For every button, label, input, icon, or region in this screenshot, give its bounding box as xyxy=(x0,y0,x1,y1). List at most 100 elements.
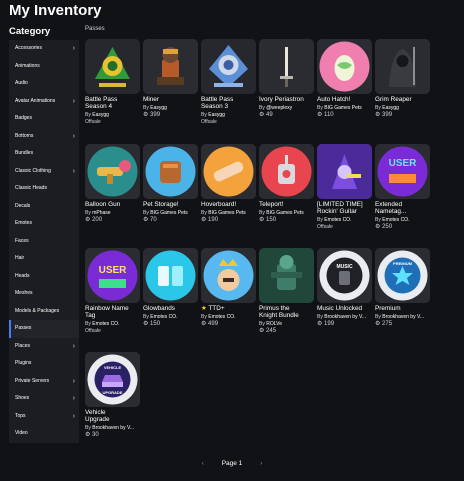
auto-hatch-icon[interactable] xyxy=(317,39,372,94)
previous-page-button[interactable]: ‹ xyxy=(202,460,204,467)
sidebar-item-classic-heads[interactable]: Classic Heads xyxy=(9,180,79,198)
sidebar-item-models-packages[interactable]: Models & Packages xyxy=(9,303,79,321)
sidebar-item-accessories[interactable]: Accessories › xyxy=(9,40,79,58)
item-name[interactable]: Vehicle Upgrade xyxy=(85,409,140,423)
item-name[interactable]: Music Unlocked xyxy=(317,305,372,312)
item-card[interactable]: Primus the Knight Bundle By ROLVe ⚙ 245 xyxy=(259,248,314,335)
sidebar-item-tops[interactable]: Tops › xyxy=(9,408,79,426)
item-name[interactable]: Premium xyxy=(375,305,430,312)
sidebar-item-heads[interactable]: Heads xyxy=(9,268,79,286)
creator-name[interactable]: BIG Games Pets xyxy=(266,210,304,216)
item-name[interactable]: Ivory Periastron xyxy=(259,96,314,103)
item-card[interactable]: USER Rainbow Name Tag By Emotes CO. Offsale xyxy=(85,248,140,334)
extended-nametag-icon[interactable]: USER xyxy=(375,144,430,199)
battle-pass-season-4-icon[interactable] xyxy=(85,39,140,94)
balloon-gun-icon[interactable] xyxy=(85,144,140,199)
creator-name[interactable]: Emotes CO. xyxy=(324,217,351,223)
creator-name[interactable]: Easygg xyxy=(150,105,167,111)
item-card[interactable]: VEHICLE UPGRADE Vehicle Upgrade By Brookhav… xyxy=(85,352,140,439)
sidebar-item-video[interactable]: Video xyxy=(9,425,79,443)
item-card[interactable]: Balloon Gun By mPhase ⚙ 200 xyxy=(85,144,140,224)
creator-name[interactable]: Brookhaven by V... xyxy=(92,425,134,431)
creator-name[interactable]: Brookhaven by V... xyxy=(382,314,424,320)
creator-name[interactable]: Emotes CO. xyxy=(150,314,177,320)
pet-storage-icon[interactable] xyxy=(143,144,198,199)
item-card[interactable]: Teleport! By BIG Games Pets ⚙ 150 xyxy=(259,144,314,224)
sidebar-item-bundles[interactable]: Bundles xyxy=(9,145,79,163)
item-card[interactable]: Ivory Periastron By @weeplexy ⚙ 49 xyxy=(259,39,314,119)
sidebar-item-passes[interactable]: Passes xyxy=(9,320,79,338)
item-name[interactable]: Pet Storage! xyxy=(143,201,198,208)
item-card[interactable]: Auto Hatch! By BIG Games Pets ⚙ 110 xyxy=(317,39,372,119)
item-card[interactable]: Hoverboard! By BIG Games Pets ⚙ 190 xyxy=(201,144,256,224)
hoverboard-icon[interactable] xyxy=(201,144,256,199)
sidebar-item-faces[interactable]: Faces xyxy=(9,233,79,251)
sidebar-item-decals[interactable]: Decals xyxy=(9,198,79,216)
item-card[interactable]: Grim Reaper By Easygg ⚙ 399 xyxy=(375,39,430,119)
sidebar-item-meshes[interactable]: Meshes xyxy=(9,285,79,303)
item-name[interactable]: Rainbow Name Tag xyxy=(85,305,140,319)
item-card[interactable]: Glowbands By Emotes CO. ⚙ 150 xyxy=(143,248,198,328)
creator-name[interactable]: Easygg xyxy=(92,112,109,118)
creator-name[interactable]: Emotes CO. xyxy=(382,217,409,223)
rainbow-name-tag-icon[interactable]: USER xyxy=(85,248,140,303)
ttd-plus-icon[interactable] xyxy=(201,248,256,303)
item-name[interactable]: [LIMITED TIME] Rockin' Guitar xyxy=(317,201,372,215)
sidebar-item-badges[interactable]: Badges xyxy=(9,110,79,128)
item-card[interactable]: [LIMITED TIME] Rockin' Guitar By Emotes C… xyxy=(317,144,372,230)
premium-icon[interactable]: PREMIUM xyxy=(375,248,430,303)
creator-name[interactable]: Emotes CO. xyxy=(92,321,119,327)
creator-name[interactable]: Brookhaven by V... xyxy=(324,314,366,320)
creator-name[interactable]: Easygg xyxy=(382,105,399,111)
next-page-button[interactable]: › xyxy=(260,460,262,467)
miner-icon[interactable] xyxy=(143,39,198,94)
item-name[interactable]: Auto Hatch! xyxy=(317,96,372,103)
item-name[interactable]: Glowbands xyxy=(143,305,198,312)
item-card[interactable]: Miner By Easygg ⚙ 399 xyxy=(143,39,198,119)
sidebar-item-audio[interactable]: Audio xyxy=(9,75,79,93)
sidebar-item-avatar-animations[interactable]: Avatar Animations › xyxy=(9,93,79,111)
item-name[interactable]: Primus the Knight Bundle xyxy=(259,305,314,319)
item-name[interactable]: Grim Reaper xyxy=(375,96,430,103)
primus-knight-icon[interactable] xyxy=(259,248,314,303)
sidebar-item-classic-clothing[interactable]: Classic Clothing › xyxy=(9,163,79,181)
sidebar-item-hair[interactable]: Hair xyxy=(9,250,79,268)
item-card[interactable]: Battle Pass Season 4 By Easygg Offsale xyxy=(85,39,140,125)
sidebar-item-places[interactable]: Places › xyxy=(9,338,79,356)
sidebar-item-plugins[interactable]: Plugins xyxy=(9,355,79,373)
item-name[interactable]: Hoverboard! xyxy=(201,201,256,208)
vehicle-upgrade-icon[interactable]: VEHICLE UPGRADE xyxy=(85,352,140,407)
item-card[interactable]: USER Extended Nametag... By Emotes CO. ⚙ 25… xyxy=(375,144,430,231)
creator-name[interactable]: mPhase xyxy=(92,210,110,216)
sidebar-item-private-servers[interactable]: Private Servers › xyxy=(9,373,79,391)
creator-name[interactable]: Easygg xyxy=(208,112,225,118)
sidebar-item-emotes[interactable]: Emotes xyxy=(9,215,79,233)
item-name[interactable]: Miner xyxy=(143,96,198,103)
item-card[interactable]: PREMIUM Premium By Brookhaven by V... ⚙ 275 xyxy=(375,248,430,328)
item-card[interactable]: MUSIC Music Unlocked By Brookhaven by V...… xyxy=(317,248,372,328)
ivory-periastron-icon[interactable] xyxy=(259,39,314,94)
glowbands-icon[interactable] xyxy=(143,248,198,303)
item-card[interactable]: Pet Storage! By BIG Games Pets ⚙ 70 xyxy=(143,144,198,224)
item-name[interactable]: Battle Pass Season 3 xyxy=(201,96,256,110)
item-name[interactable]: Battle Pass Season 4 xyxy=(85,96,140,110)
creator-name[interactable]: @weeplexy xyxy=(266,105,292,111)
sidebar-item-animations[interactable]: Animations xyxy=(9,58,79,76)
rockin-guitar-icon[interactable] xyxy=(317,144,372,199)
creator-name[interactable]: BIG Games Pets xyxy=(150,210,188,216)
creator-name[interactable]: Emotes CO. xyxy=(208,314,235,320)
item-card[interactable]: Battle Pass Season 3 By Easygg Offsale xyxy=(201,39,256,125)
battle-pass-season-3-icon[interactable] xyxy=(201,39,256,94)
creator-name[interactable]: BIG Games Pets xyxy=(324,105,362,111)
music-unlocked-icon[interactable]: MUSIC xyxy=(317,248,372,303)
sidebar-item-bottoms[interactable]: Bottoms › xyxy=(9,128,79,146)
sidebar-item-shoes[interactable]: Shoes › xyxy=(9,390,79,408)
item-name[interactable]: Teleport! xyxy=(259,201,314,208)
creator-name[interactable]: ROLVe xyxy=(266,321,282,327)
item-name[interactable]: Balloon Gun xyxy=(85,201,140,208)
item-name[interactable]: ★ TTD+ xyxy=(201,305,256,312)
item-name[interactable]: Extended Nametag... xyxy=(375,201,430,215)
grim-reaper-icon[interactable] xyxy=(375,39,430,94)
teleport-icon[interactable] xyxy=(259,144,314,199)
item-card[interactable]: ★ TTD+ By Emotes CO. ⚙ 499 xyxy=(201,248,256,328)
